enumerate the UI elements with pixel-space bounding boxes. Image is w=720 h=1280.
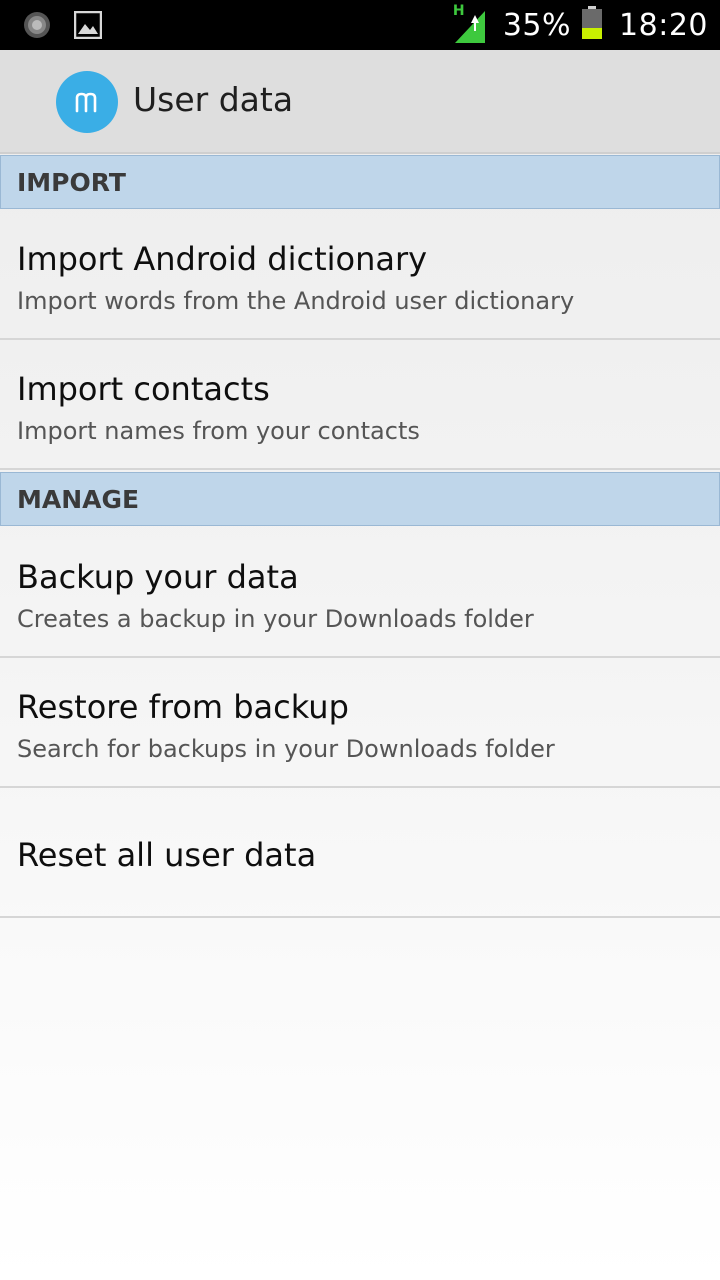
battery-icon xyxy=(581,6,603,44)
list-item-import-android-dictionary[interactable]: Import Android dictionary Import words f… xyxy=(0,210,720,340)
item-title: Import contacts xyxy=(17,370,270,408)
item-title: Import Android dictionary xyxy=(17,240,428,278)
list-item-import-contacts[interactable]: Import contacts Import names from your c… xyxy=(0,340,720,470)
item-subtitle: Creates a backup in your Downloads folde… xyxy=(17,605,534,633)
list-item-reset-all-user-data[interactable]: Reset all user data xyxy=(0,788,720,918)
item-subtitle: Import names from your contacts xyxy=(17,417,420,445)
notification-spinner-icon xyxy=(22,10,52,44)
status-indicators: H 35% 18:20 xyxy=(453,0,708,50)
list-item-restore-from-backup[interactable]: Restore from backup Search for backups i… xyxy=(0,658,720,788)
section-header-manage: MANAGE xyxy=(0,472,720,526)
battery-percent: 35% xyxy=(502,7,572,43)
image-notification-icon xyxy=(73,10,103,43)
status-bar: H 35% 18:20 xyxy=(0,0,720,50)
section-header-import: IMPORT xyxy=(0,155,720,209)
section-header-label: MANAGE xyxy=(17,485,140,514)
item-title: Restore from backup xyxy=(17,688,349,726)
item-title: Backup your data xyxy=(17,558,299,596)
app-logo-icon[interactable] xyxy=(56,71,118,133)
m-logo-glyph xyxy=(75,92,97,113)
list-item-backup-your-data[interactable]: Backup your data Creates a backup in you… xyxy=(0,528,720,658)
item-title: Reset all user data xyxy=(17,836,317,874)
action-bar: User data xyxy=(0,50,720,154)
status-notifications xyxy=(22,10,103,44)
clock: 18:20 xyxy=(619,7,708,43)
item-subtitle: Import words from the Android user dicti… xyxy=(17,287,575,315)
screen: H 35% 18:20 User data IMPORT Import Andr… xyxy=(0,0,720,1280)
section-header-label: IMPORT xyxy=(17,168,126,197)
item-subtitle: Search for backups in your Downloads fol… xyxy=(17,735,555,763)
page-title: User data xyxy=(133,80,294,119)
signal-strength-icon: H xyxy=(453,3,489,45)
